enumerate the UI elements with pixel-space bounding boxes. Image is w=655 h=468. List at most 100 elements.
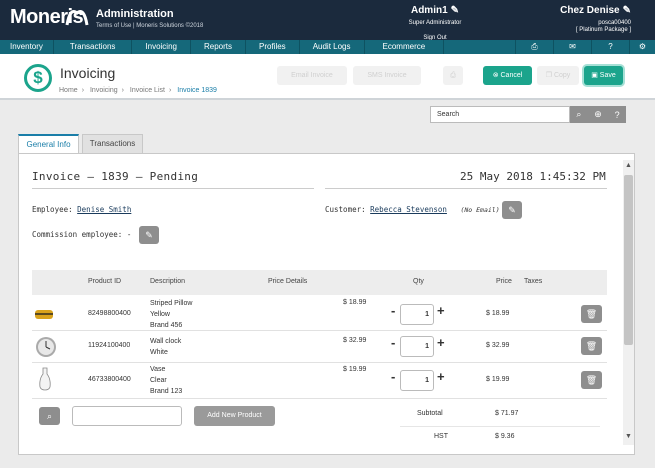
copy-button[interactable]: ❐ Copy bbox=[537, 66, 579, 85]
row1-qty-increment[interactable]: + bbox=[437, 303, 445, 318]
search-input[interactable]: Search bbox=[430, 106, 570, 123]
invoice-title: Invoice – 1839 – Pending bbox=[32, 170, 199, 183]
row1-qty-decrement[interactable]: - bbox=[391, 303, 395, 318]
breadcrumb-invoicing[interactable]: Invoicing bbox=[90, 87, 118, 94]
row2-qty-input[interactable]: 1 bbox=[400, 336, 434, 357]
app-subtitle[interactable]: Terms of Use | Moneris Solutions ©2018 bbox=[96, 23, 203, 29]
save-icon: ▣ bbox=[591, 72, 600, 79]
row1-delete-button[interactable]: 🗑 bbox=[581, 305, 602, 323]
col-taxes: Taxes bbox=[524, 278, 543, 285]
tab-general-info[interactable]: General Info bbox=[18, 134, 79, 154]
store-id: posca00400 bbox=[598, 20, 631, 26]
help-icon[interactable]: ? bbox=[591, 40, 629, 54]
edit-commission-button[interactable]: ✎ bbox=[139, 226, 159, 244]
product-search-input[interactable] bbox=[72, 406, 182, 426]
row3-desc-brand: Brand 123 bbox=[150, 388, 183, 395]
scroll-up-icon[interactable]: ▲ bbox=[623, 162, 634, 169]
hst-label: HST bbox=[434, 433, 448, 440]
save-button[interactable]: ▣ Save bbox=[584, 66, 623, 85]
customer-label: Customer: bbox=[325, 205, 366, 214]
print-invoice-icon[interactable]: ⎙ bbox=[443, 66, 463, 85]
breadcrumb-current: Invoice 1839 bbox=[177, 87, 217, 94]
app-title: Administration bbox=[96, 8, 174, 20]
email-invoice-button[interactable]: Email Invoice bbox=[277, 66, 347, 85]
tab-transactions[interactable]: Transactions bbox=[82, 134, 143, 154]
add-new-product-button[interactable]: Add New Product bbox=[194, 406, 275, 426]
user-role: Super Administrator bbox=[408, 20, 462, 26]
nav-profiles[interactable]: Profiles bbox=[246, 40, 300, 54]
store-block: Chez Denise ✎ posca00400 [ Platinum Packa… bbox=[560, 5, 631, 33]
nav-transactions[interactable]: Transactions bbox=[54, 40, 133, 54]
row2-delete-button[interactable]: 🗑 bbox=[581, 337, 602, 355]
invoice-date: 25 May 2018 1:45:32 PM bbox=[460, 170, 606, 183]
nav-invoicing[interactable]: Invoicing bbox=[132, 40, 191, 54]
settings-icon[interactable]: ⚙ bbox=[629, 40, 655, 54]
row1-price: $ 18.99 bbox=[486, 310, 510, 317]
top-bar: Moneris Administration Terms of Use | Mo… bbox=[0, 0, 655, 41]
col-description: Description bbox=[150, 278, 186, 285]
advanced-search-icon[interactable]: ⊕ bbox=[594, 109, 602, 120]
employee-field: Employee: Denise Smith bbox=[32, 205, 131, 214]
hst-value: $ 9.36 bbox=[495, 433, 515, 440]
copy-icon: ❐ bbox=[545, 72, 554, 79]
pillow-thumb bbox=[35, 310, 53, 319]
product-search-button[interactable]: ⌕ bbox=[39, 407, 60, 425]
breadcrumb: Home › Invoicing › Invoice List › Invoice 1… bbox=[59, 87, 217, 94]
nav-audit-logs[interactable]: Audit Logs bbox=[300, 40, 365, 54]
vase-thumb bbox=[39, 367, 51, 391]
row3-delete-button[interactable]: 🗑 bbox=[581, 371, 602, 389]
row3-price: $ 19.99 bbox=[486, 376, 510, 383]
scrollbar-thumb[interactable] bbox=[624, 175, 633, 345]
user-block: Admin1 ✎ Super Administrator Sign Out bbox=[380, 5, 490, 44]
nav-reports[interactable]: Reports bbox=[191, 40, 246, 54]
row3-product-id: 46733800400 bbox=[88, 376, 131, 383]
dollar-icon: $ bbox=[24, 64, 52, 92]
breadcrumb-home[interactable]: Home bbox=[59, 87, 78, 94]
edit-customer-button[interactable]: ✎ bbox=[502, 201, 522, 219]
row3-qty-input[interactable]: 1 bbox=[400, 370, 434, 391]
printer-icon[interactable]: ⎙ bbox=[515, 40, 553, 54]
row2-qty-decrement[interactable]: - bbox=[391, 335, 395, 350]
help-icon[interactable]: ? bbox=[615, 110, 620, 120]
user-name: Admin1 bbox=[410, 5, 448, 16]
employee-link[interactable]: Denise Smith bbox=[77, 205, 131, 214]
row2-description: Wall clock White bbox=[150, 336, 181, 358]
row3-qty-decrement[interactable]: - bbox=[391, 369, 395, 384]
row2-unit-price: $ 32.99 bbox=[343, 337, 367, 344]
save-label: Save bbox=[599, 72, 616, 79]
cancel-button[interactable]: ⊗ Cancel bbox=[483, 66, 532, 85]
edit-store-icon[interactable]: ✎ bbox=[623, 5, 631, 16]
col-product-id: Product ID bbox=[88, 278, 122, 285]
nav-inventory[interactable]: Inventory bbox=[0, 40, 54, 54]
customer-field: Customer: Rebecca Stevenson (No Email) bbox=[325, 205, 500, 214]
search-icon[interactable]: ⌕ bbox=[576, 109, 581, 120]
divider bbox=[325, 188, 607, 189]
row2-qty-increment[interactable]: + bbox=[437, 335, 445, 350]
breadcrumb-invoice-list[interactable]: Invoice List bbox=[130, 87, 165, 94]
col-price: Price bbox=[496, 278, 512, 285]
divider bbox=[32, 188, 314, 189]
commission-employee-label: Commission employee: - bbox=[32, 230, 132, 239]
row1-product-id: 82498800400 bbox=[88, 310, 131, 317]
row3-unit-price: $ 19.99 bbox=[343, 366, 367, 373]
cancel-icon: ⊗ bbox=[492, 72, 501, 79]
sms-invoice-button[interactable]: SMS Invoice bbox=[353, 66, 421, 85]
search-tools: ⌕ ⊕ ? bbox=[570, 106, 626, 123]
row1-desc-color: Yellow bbox=[150, 311, 170, 318]
row3-desc-name: Vase bbox=[150, 366, 166, 373]
subtotal-label: Subtotal bbox=[417, 410, 443, 417]
mail-icon[interactable]: ✉ bbox=[553, 40, 591, 54]
nav-ecommerce[interactable]: Ecommerce bbox=[365, 40, 445, 54]
row3-desc-color: Clear bbox=[150, 377, 167, 384]
scroll-down-icon[interactable]: ▼ bbox=[623, 433, 634, 440]
row1-qty-input[interactable]: 1 bbox=[400, 304, 434, 325]
subtotal-value: $ 71.97 bbox=[495, 410, 519, 417]
row3-qty-increment[interactable]: + bbox=[437, 369, 445, 384]
moneris-logo-icon bbox=[65, 10, 89, 26]
customer-link[interactable]: Rebecca Stevenson bbox=[370, 205, 447, 214]
row3-description: Vase Clear Brand 123 bbox=[150, 364, 182, 397]
employee-label: Employee: bbox=[32, 205, 73, 214]
edit-user-icon[interactable]: ✎ bbox=[451, 5, 459, 16]
divider bbox=[400, 426, 600, 427]
cancel-label: Cancel bbox=[500, 72, 523, 79]
